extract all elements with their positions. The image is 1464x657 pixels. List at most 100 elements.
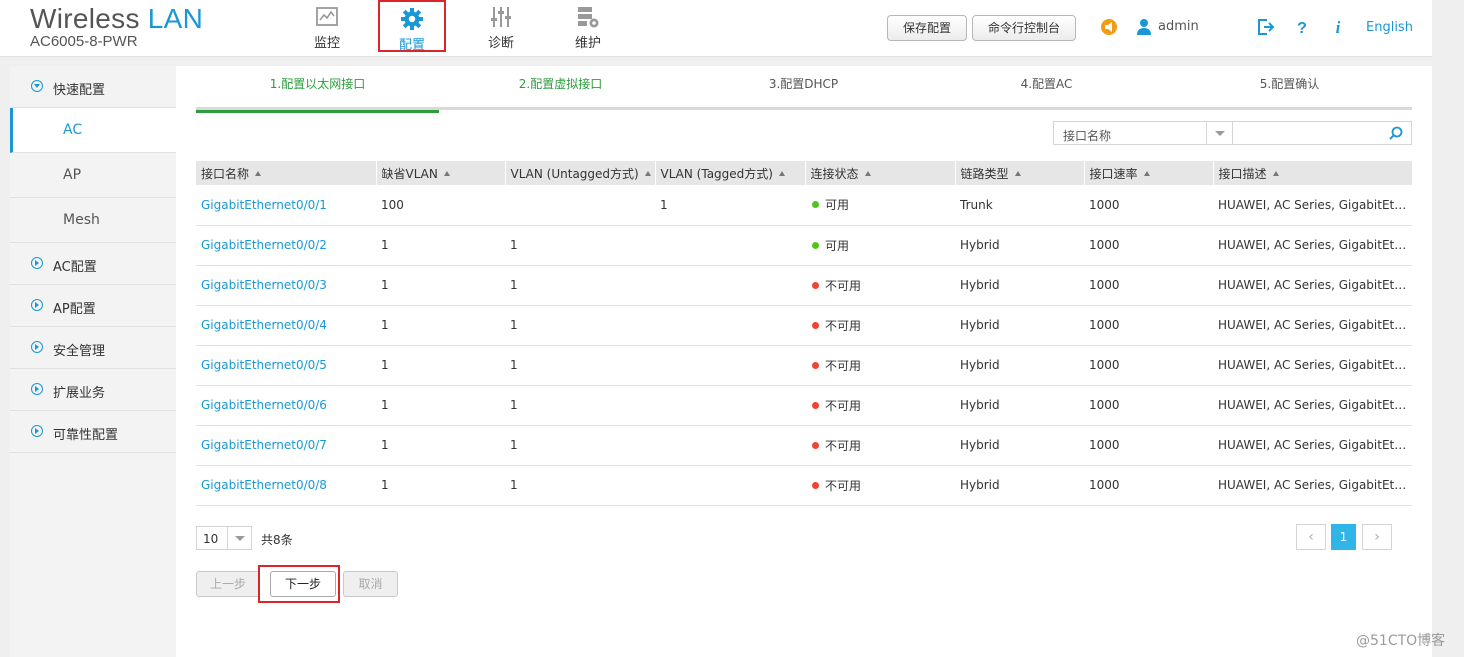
sidebar-item-ap[interactable]: AP (10, 153, 176, 198)
status-text: 不可用 (825, 318, 862, 333)
table-cell: HUAWEI, AC Series, GigabitEth... (1213, 265, 1412, 306)
interface-link[interactable]: GigabitEthernet0/0/6 (196, 385, 376, 426)
cli-console-button[interactable]: 命令行控制台 (972, 15, 1076, 41)
sidebar-item-quick-config[interactable]: 快速配置 (10, 66, 176, 108)
brand: Wireless LAN AC6005-8-PWR (30, 3, 203, 50)
page-margin (1432, 0, 1464, 657)
column-header[interactable]: 连接状态 (805, 161, 956, 185)
sidebar-item-ap-config[interactable]: AP配置 (10, 285, 176, 327)
prev-page-button[interactable]: ‹ (1296, 524, 1326, 550)
table-cell (655, 345, 805, 386)
table-cell: HUAWEI, AC Series, GigabitEth... (1213, 425, 1412, 466)
table-row[interactable]: GigabitEthernet0/0/2 1 1 可用 Hybrid 1000 HUAWEI… (196, 225, 1412, 266)
brand-title-accent: LAN (147, 3, 204, 34)
nav-maintain[interactable]: 维护 (554, 0, 622, 52)
step-virtual-interface[interactable]: 2.配置虚拟接口 (439, 66, 682, 110)
notification-icon[interactable] (1100, 18, 1118, 36)
column-header[interactable]: 接口速率 (1084, 161, 1214, 185)
save-config-button[interactable]: 保存配置 (887, 15, 967, 41)
table-cell: HUAWEI, AC Series, GigabitEth... (1213, 225, 1412, 266)
expand-icon (31, 425, 43, 437)
table-row[interactable]: GigabitEthernet0/0/8 1 1 不可用 Hybrid 1000 HUAWE… (196, 465, 1412, 506)
column-header[interactable]: VLAN (Tagged方式) (655, 161, 806, 185)
search-input[interactable] (1239, 122, 1384, 144)
nav-diagnose-label: 诊断 (487, 36, 514, 51)
sidebar-item-reliability[interactable]: 可靠性配置 (10, 411, 176, 453)
sidebar-item-label: 可靠性配置 (53, 428, 119, 443)
search-field-select[interactable]: 接口名称 (1053, 121, 1233, 145)
table-cell: 1000 (1084, 185, 1213, 226)
chevron-down-icon[interactable] (227, 527, 251, 549)
sidebar-item-label: AC配置 (53, 260, 97, 275)
sidebar-item-ac[interactable]: AC (10, 108, 176, 153)
language-switch[interactable]: English (1366, 20, 1413, 35)
sidebar-item-security[interactable]: 安全管理 (10, 327, 176, 369)
interface-link[interactable]: GigabitEthernet0/0/8 (196, 465, 376, 506)
nav-config[interactable]: 配置 (378, 0, 446, 53)
column-header[interactable]: 接口描述 (1213, 161, 1413, 185)
brand-title: Wireless LAN (30, 3, 203, 35)
page-size-value: 10 (203, 532, 219, 546)
interface-link[interactable]: GigabitEthernet0/0/5 (196, 345, 376, 386)
sidebar-item-ac-config[interactable]: AC配置 (10, 243, 176, 285)
table-row[interactable]: GigabitEthernet0/0/1 100 1 可用 Trunk 1000 HUAWE… (196, 185, 1412, 226)
column-header[interactable]: VLAN (Untagged方式) (505, 161, 656, 185)
expand-icon (31, 383, 43, 395)
logout-icon[interactable] (1257, 18, 1275, 36)
table-cell: 1 (376, 465, 505, 506)
step-confirm[interactable]: 5.配置确认 (1168, 66, 1411, 110)
step-ac[interactable]: 4.配置AC (925, 66, 1168, 110)
search-icon[interactable] (1389, 126, 1403, 140)
interface-link[interactable]: GigabitEthernet0/0/1 (196, 185, 376, 226)
table-cell: 1000 (1084, 265, 1213, 306)
table-cell: 1 (655, 185, 805, 226)
total-count: 共8条 (261, 533, 293, 547)
table-cell: 1 (376, 425, 505, 466)
info-icon[interactable]: i (1329, 18, 1347, 36)
top-header: Wireless LAN AC6005-8-PWR 监控 配置 诊断 维护 保存配… (0, 0, 1432, 57)
table-cell: Hybrid (955, 345, 1084, 386)
table-row[interactable]: GigabitEthernet0/0/7 1 1 不可用 Hybrid 1000 HUAWE… (196, 425, 1412, 466)
table-cell (505, 185, 655, 226)
interface-link[interactable]: GigabitEthernet0/0/7 (196, 425, 376, 466)
sidebar-item-extended[interactable]: 扩展业务 (10, 369, 176, 411)
sort-icon (1272, 170, 1279, 176)
next-page-button[interactable]: › (1362, 524, 1392, 550)
table-row[interactable]: GigabitEthernet0/0/4 1 1 不可用 Hybrid 1000 HUAWE… (196, 305, 1412, 346)
table-row[interactable]: GigabitEthernet0/0/3 1 1 不可用 Hybrid 1000 HUAWE… (196, 265, 1412, 306)
sidebar-item-mesh[interactable]: Mesh (10, 198, 176, 243)
column-header[interactable]: 接口名称 (196, 161, 377, 185)
table-cell: 1 (505, 225, 655, 266)
cancel-button[interactable]: 取消 (343, 571, 398, 597)
table-cell: 可用 (805, 225, 955, 266)
table-cell: HUAWEI, AC Series, GigabitEth... (1213, 185, 1412, 226)
help-icon[interactable]: ? (1293, 18, 1311, 36)
column-header[interactable]: 缺省VLAN (376, 161, 506, 185)
prev-step-button[interactable]: 上一步 (196, 571, 260, 597)
interface-link[interactable]: GigabitEthernet0/0/3 (196, 265, 376, 306)
watermark: @51CTO博客 (1356, 633, 1446, 649)
interface-link[interactable]: GigabitEthernet0/0/4 (196, 305, 376, 346)
nav-monitor[interactable]: 监控 (293, 0, 361, 52)
table-cell: 1 (376, 305, 505, 346)
table-row[interactable]: GigabitEthernet0/0/6 1 1 不可用 Hybrid 1000 HUAWE… (196, 385, 1412, 426)
step-dhcp[interactable]: 3.配置DHCP (682, 66, 925, 110)
chevron-down-icon[interactable] (1206, 122, 1232, 144)
sort-icon (644, 170, 651, 176)
svg-text:?: ? (1297, 20, 1307, 36)
interface-link[interactable]: GigabitEthernet0/0/2 (196, 225, 376, 266)
page-number-button[interactable]: 1 (1331, 524, 1356, 550)
main-panel: 1.配置以太网接口 2.配置虚拟接口 3.配置DHCP 4.配置AC 5.配置确… (176, 66, 1432, 657)
gear-icon (401, 8, 423, 30)
step-ethernet[interactable]: 1.配置以太网接口 (196, 66, 439, 113)
page-size-select[interactable]: 10 (196, 526, 252, 550)
column-header[interactable]: 链路类型 (955, 161, 1085, 185)
table-cell: Hybrid (955, 225, 1084, 266)
next-step-button[interactable]: 下一步 (270, 571, 336, 597)
username[interactable]: admin (1158, 19, 1199, 34)
user-icon (1137, 19, 1151, 35)
nav-diagnose[interactable]: 诊断 (467, 0, 535, 52)
server-gear-icon (578, 7, 599, 28)
table-row[interactable]: GigabitEthernet0/0/5 1 1 不可用 Hybrid 1000 HUAWE… (196, 345, 1412, 386)
sidebar-item-label: 扩展业务 (53, 386, 106, 401)
